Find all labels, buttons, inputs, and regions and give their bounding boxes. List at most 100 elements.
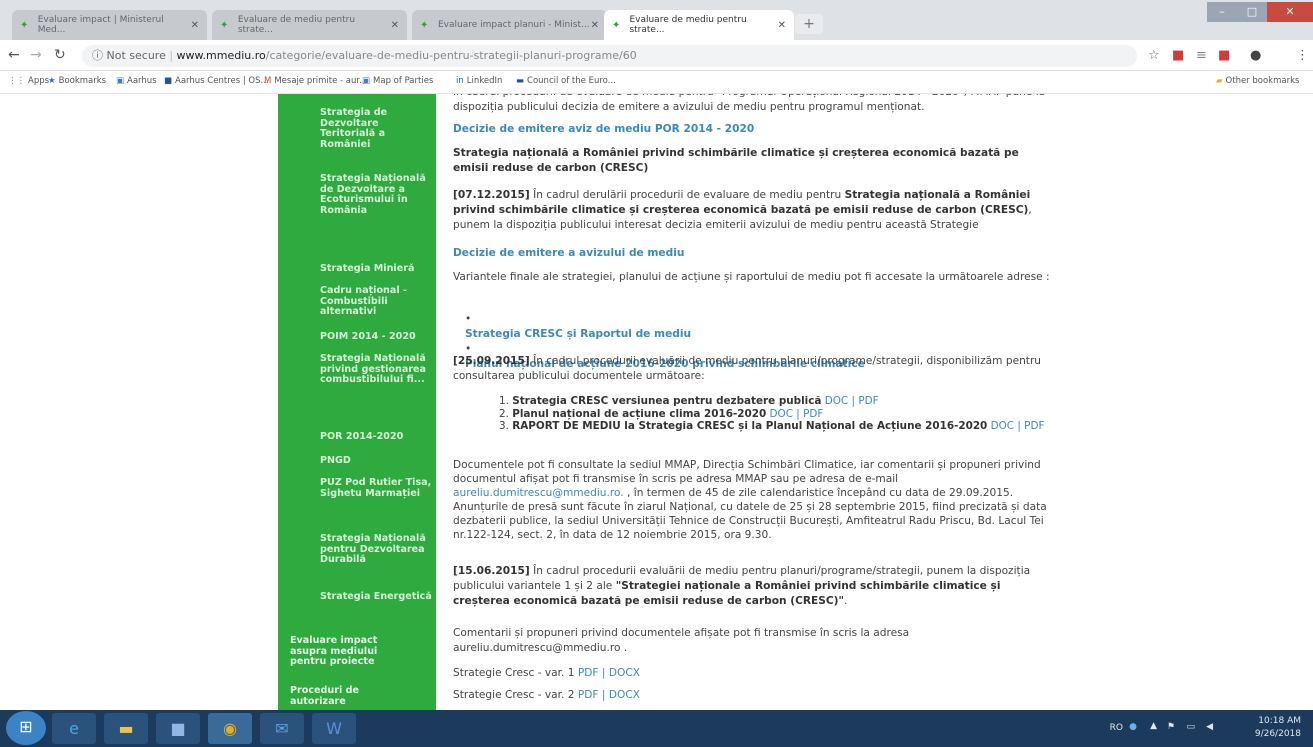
reload-icon[interactable]: ↻	[54, 47, 66, 63]
bookmark-apps[interactable]: ⋮⋮ Apps	[8, 76, 49, 86]
help-icon[interactable]: ●	[1129, 722, 1137, 732]
pdf-link[interactable]: PDF	[858, 395, 878, 407]
ministry-favicon-icon: ✦	[220, 19, 229, 31]
clock-date[interactable]: 9/26/2018	[1255, 729, 1301, 739]
browser-tab[interactable]: ✦ Evaluare de mediu pentru strate... ✕	[212, 10, 407, 40]
outlook-icon[interactable]: ✉	[260, 713, 304, 744]
paragraph-variante: Variantele finale ale strategiei, planul…	[453, 271, 1050, 283]
url-host: www.mmediu.ro	[176, 49, 266, 62]
map-icon: ▣	[362, 76, 371, 86]
maximize-icon[interactable]: □	[1237, 2, 1267, 22]
tray-expand-icon[interactable]: ▲	[1150, 721, 1157, 731]
strategie-var1: Strategie Cresc - var. 1 PDF | DOCX	[453, 667, 641, 679]
email-link[interactable]: aureliu.dumitrescu@mmediu.ro.	[453, 487, 624, 499]
tab-title: Evaluare de mediu pentru strate...	[629, 15, 747, 35]
sidebar-item[interactable]: Strategia Energetică	[320, 591, 432, 603]
menu-icon[interactable]: ⋮	[1296, 48, 1309, 63]
close-window-icon[interactable]: ✕	[1267, 2, 1313, 22]
close-tab-icon[interactable]: ✕	[391, 20, 399, 31]
profile-icon[interactable]: ●	[1250, 48, 1261, 63]
page-viewport: Strategia de Dezvoltare Teritorială a Ro…	[0, 94, 1313, 710]
flag-icon[interactable]: ⚑	[1167, 722, 1175, 732]
back-arrow-icon[interactable]: ←	[8, 47, 20, 63]
clock-time[interactable]: 10:18 AM	[1258, 716, 1301, 726]
pdf-link[interactable]: PDF	[578, 667, 599, 679]
council-eu-icon: ▬	[516, 76, 525, 86]
tab-title: Evaluare impact planuri - Minist...	[438, 20, 590, 30]
word-icon[interactable]: W	[312, 713, 356, 744]
paragraph-15-06-2015: [15.06.2015] În cadrul procedurii evaluă…	[453, 565, 1031, 607]
browser-tab[interactable]: ✦ Evaluare impact | Ministerul Med... ✕	[12, 10, 207, 40]
star-icon[interactable]: ☆	[1148, 48, 1160, 63]
bookmark-linkedin[interactable]: in LinkedIn	[456, 76, 502, 86]
media-icon[interactable]: ■	[156, 713, 200, 744]
bookmark-gmail[interactable]: M Mesaje primite - aur...	[264, 76, 367, 86]
sidebar-item[interactable]: Strategia Minieră	[320, 263, 432, 275]
paragraph-comentarii: Comentarii și propuneri privind document…	[453, 627, 910, 654]
browser-toolbar: ← → ↻ ⓘ Not secure | www.mmediu.ro/categ…	[0, 40, 1313, 71]
sidebar-item[interactable]: Strategia de Dezvoltare Teritorială a Ro…	[320, 107, 432, 150]
documents-list: 1. Strategia CRESC versiunea pentru dezb…	[499, 395, 1099, 433]
minimize-icon[interactable]: –	[1207, 2, 1237, 22]
sidebar-item[interactable]: Strategia Națională privind gestionarea …	[320, 353, 432, 386]
link-decizie-por[interactable]: Decizie de emitere aviz de mediu POR 201…	[453, 122, 1053, 137]
extension-icon[interactable]: ■	[1218, 48, 1230, 63]
doc-link[interactable]: DOC	[825, 395, 848, 407]
close-tab-icon[interactable]: ✕	[591, 20, 599, 31]
bookmark-aarhus[interactable]: ▣ Aarhus	[116, 76, 157, 86]
internet-explorer-icon[interactable]: e	[52, 713, 96, 744]
file-explorer-icon[interactable]: ▬	[104, 713, 148, 744]
browser-tab-active[interactable]: ✦ Evaluare de mediu pentru strate... ✕	[604, 10, 794, 40]
docx-link[interactable]: DOCX	[609, 667, 640, 679]
list-item[interactable]: • Strategia CRESC și Raportul de mediu	[465, 312, 1065, 342]
doc-link[interactable]: DOC	[991, 420, 1014, 432]
volume-icon[interactable]: ◀	[1206, 722, 1213, 732]
address-bar[interactable]: ⓘ Not secure | www.mmediu.ro/categorie/e…	[82, 45, 1137, 67]
info-icon[interactable]: ⓘ	[92, 49, 103, 62]
link-decizie-aviz[interactable]: Decizie de emitere a avizului de mediu	[453, 246, 1053, 261]
bookmark-aarhus-centres[interactable]: ■ Aarhus Centres | OS...	[164, 76, 269, 86]
sidebar-item[interactable]: POR 2014-2020	[320, 431, 432, 443]
bookmark-map-of-parties[interactable]: ▣ Map of Parties	[362, 76, 433, 86]
pdf-link[interactable]: PDF	[803, 408, 823, 420]
sidebar-item[interactable]: Proceduri de autorizare	[290, 685, 402, 707]
pdf-link[interactable]: PDF	[578, 689, 599, 701]
sidebar-item[interactable]: Strategia Națională de Dezvoltare a Ecot…	[320, 173, 432, 216]
not-secure-label: Not secure	[106, 49, 166, 62]
paragraph-consultare: Documentele pot fi consultate la sediul …	[453, 459, 1047, 541]
window-controls: – □ ✕	[1207, 2, 1313, 24]
language-indicator[interactable]: RO	[1110, 723, 1123, 733]
url-path: /categorie/evaluare-de-mediu-pentru-stra…	[265, 49, 637, 62]
sidebar-item[interactable]: PNGD	[320, 455, 432, 467]
sidebar-item[interactable]: Cadru național - Combustibili alternativ…	[320, 285, 432, 318]
ministry-favicon-icon: ✦	[420, 19, 429, 31]
sidebar-item[interactable]: PUZ Pod Rutier Tisa, Sighetu Marmației	[320, 477, 432, 499]
sidebar-item[interactable]: Evaluare impact asupra mediului pentru p…	[290, 635, 402, 668]
linkedin-icon: in	[456, 76, 464, 86]
extension-icon[interactable]: ≡	[1196, 48, 1207, 63]
paragraph-07-12-2015: [07.12.2015] În cadrul derulării procedu…	[453, 189, 1032, 231]
sidebar-item[interactable]: Strategia Națională pentru Dezvoltarea D…	[320, 533, 432, 566]
bookmark-bookmarks[interactable]: ★ Bookmarks	[48, 76, 106, 86]
docx-link[interactable]: DOCX	[609, 689, 640, 701]
sidebar-item[interactable]: POIM 2014 - 2020	[320, 331, 432, 343]
bookmark-other[interactable]: ▰ Other bookmarks	[1216, 76, 1299, 86]
pdf-link[interactable]: PDF	[1024, 420, 1044, 432]
close-tab-icon[interactable]: ✕	[778, 20, 786, 31]
extension-icon[interactable]: ■	[1172, 48, 1184, 63]
new-tab-button[interactable]: +	[795, 14, 823, 34]
forward-arrow-icon[interactable]: →	[30, 47, 42, 63]
ministry-favicon-icon: ✦	[20, 19, 29, 31]
windows-start-icon[interactable]: ⊞	[6, 711, 46, 745]
browser-tab[interactable]: ✦ Evaluare impact planuri - Minist... ✕	[412, 10, 607, 40]
browser-tab-bar: ✦ Evaluare impact | Ministerul Med... ✕ …	[0, 0, 1313, 40]
tab-title: Evaluare impact | Ministerul Med...	[37, 15, 164, 35]
chrome-icon[interactable]: ◉	[208, 713, 252, 744]
close-tab-icon[interactable]: ✕	[191, 20, 199, 31]
network-icon[interactable]: ▭	[1186, 722, 1195, 732]
aarhus-icon: ▣	[116, 76, 125, 86]
paragraph-por: În cadrul procedurii de evaluare de medi…	[453, 94, 1045, 113]
star-icon: ★	[48, 76, 56, 86]
bookmark-council-eu[interactable]: ▬ Council of the Euro...	[516, 76, 616, 86]
doc-link[interactable]: DOC	[770, 408, 793, 420]
